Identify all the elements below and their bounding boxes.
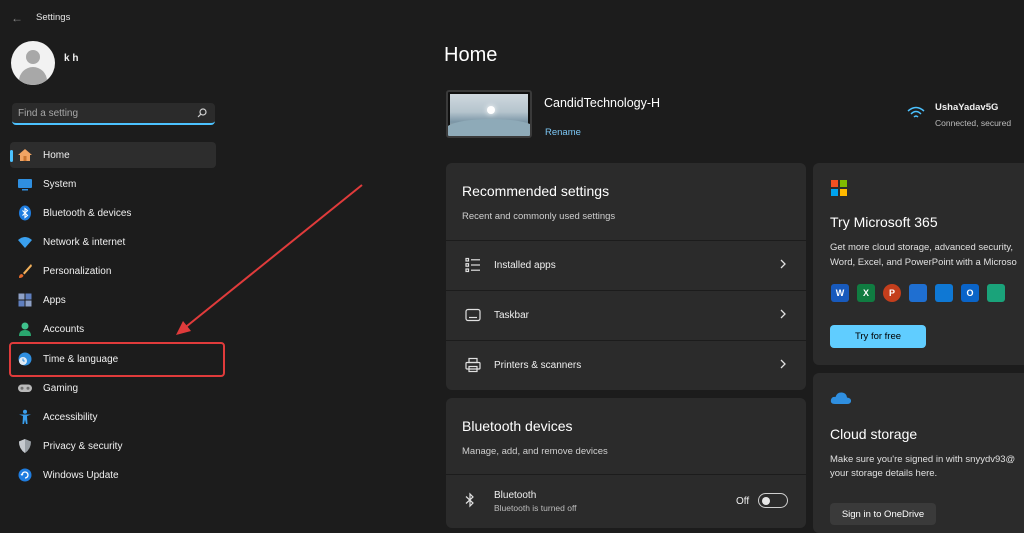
sidebar-item-label: System [43, 179, 77, 190]
family-icon [987, 284, 1005, 302]
shield-icon [19, 439, 31, 453]
defender-icon [909, 284, 927, 302]
word-icon: W [831, 284, 849, 302]
bluetooth-card-subtitle: Manage, add, and remove devices [462, 446, 608, 457]
gamepad-icon [18, 384, 32, 392]
recommended-item-taskbar[interactable]: Taskbar [446, 291, 806, 339]
onedrive-icon [935, 284, 953, 302]
microsoft365-description: Get more cloud storage, advanced securit… [830, 242, 1014, 253]
sidebar-item-privacy[interactable]: Privacy & security [10, 433, 216, 459]
microsoft365-title: Try Microsoft 365 [830, 214, 938, 230]
sidebar-item-label: Gaming [43, 383, 79, 394]
avatar[interactable] [11, 41, 55, 85]
user-name: k h [64, 53, 79, 64]
sidebar-item-accounts[interactable]: Accounts [10, 316, 216, 342]
taskbar-icon [465, 308, 481, 322]
bluetooth-toggle-label: Off [736, 496, 750, 507]
recommended-item-printers[interactable]: Printers & scanners [446, 341, 806, 389]
microsoft365-description: Word, Excel, and PowerPoint with a Micro… [830, 257, 1017, 268]
search-box[interactable] [12, 103, 215, 125]
accessibility-icon [19, 409, 31, 424]
sidebar-item-accessibility[interactable]: Accessibility [10, 404, 216, 430]
accounts-icon [19, 322, 31, 336]
microsoft-logo-icon [831, 180, 847, 196]
search-icon [197, 108, 207, 118]
sidebar-item-personalization[interactable]: Personalization [10, 258, 216, 284]
sidebar-item-network[interactable]: Network & internet [10, 229, 216, 255]
sign-in-onedrive-button[interactable]: Sign in to OneDrive [830, 503, 936, 525]
home-icon [18, 149, 32, 161]
outlook-icon: O [961, 284, 979, 302]
bluetooth-icon [19, 205, 31, 221]
bluetooth-card-title: Bluetooth devices [462, 418, 573, 434]
sidebar-item-label: Accessibility [43, 412, 98, 423]
sidebar-item-label: Network & internet [43, 237, 126, 248]
device-wallpaper-thumbnail [446, 90, 532, 138]
device-name: CandidTechnology-H [544, 96, 661, 110]
sidebar-item-system[interactable]: System [10, 171, 216, 197]
cloud-storage-title: Cloud storage [830, 426, 918, 442]
chevron-right-icon [780, 359, 786, 369]
sidebar-item-gaming[interactable]: Gaming [10, 375, 216, 401]
wifi-status-icon [907, 106, 925, 118]
cloud-storage-description: your storage details here. [830, 468, 938, 479]
sidebar-item-label: Privacy & security [43, 441, 123, 452]
search-input[interactable] [18, 106, 188, 120]
sidebar-item-label: Accounts [43, 324, 85, 335]
sidebar-item-label: Personalization [43, 266, 112, 277]
active-indicator [10, 150, 13, 162]
annotation-highlight-box [9, 342, 225, 377]
recommended-item-label: Installed apps [494, 260, 556, 271]
powerpoint-icon: P [883, 284, 901, 302]
printer-icon [465, 357, 481, 373]
excel-icon: X [857, 284, 875, 302]
bluetooth-symbol-icon [465, 492, 474, 508]
sidebar-item-label: Apps [43, 295, 66, 306]
recommended-item-label: Printers & scanners [494, 360, 582, 371]
sidebar-item-label: Bluetooth & devices [43, 208, 132, 219]
back-arrow-icon[interactable]: ← [8, 10, 26, 26]
sidebar-item-label: Home [43, 150, 70, 161]
recommended-item-label: Taskbar [494, 310, 530, 321]
bluetooth-toggle[interactable] [758, 493, 788, 508]
recommended-title: Recommended settings [462, 183, 610, 199]
rename-link[interactable]: Rename [545, 127, 581, 138]
sidebar-item-windows-update[interactable]: Windows Update [10, 462, 216, 488]
brush-icon [19, 264, 32, 278]
page-title: Home [444, 44, 498, 66]
system-icon [18, 179, 32, 191]
sidebar-item-label: Windows Update [43, 470, 119, 481]
bluetooth-label: Bluetooth [494, 490, 537, 501]
chevron-right-icon [780, 309, 786, 319]
wifi-icon [18, 237, 32, 248]
cloud-storage-description: Make sure you're signed in with snyydv93… [830, 454, 1016, 465]
sidebar-item-apps[interactable]: Apps [10, 287, 216, 313]
list-icon [465, 257, 480, 273]
app-title: Settings [36, 12, 71, 23]
bluetooth-status: Bluetooth is turned off [494, 503, 577, 513]
apps-icon [18, 293, 32, 307]
try-for-free-button[interactable]: Try for free [830, 325, 926, 348]
sidebar-item-home[interactable]: Home [10, 142, 216, 168]
chevron-right-icon [780, 259, 786, 269]
recommended-item-installed-apps[interactable]: Installed apps [446, 241, 806, 289]
wifi-network-name[interactable]: UshaYadav5G [935, 102, 998, 113]
cloud-icon [830, 392, 852, 404]
sidebar-item-bluetooth[interactable]: Bluetooth & devices [10, 200, 216, 226]
divider [446, 474, 806, 475]
recommended-subtitle: Recent and commonly used settings [462, 211, 616, 222]
wifi-status-text: Connected, secured [935, 118, 1012, 128]
update-icon [18, 468, 32, 482]
